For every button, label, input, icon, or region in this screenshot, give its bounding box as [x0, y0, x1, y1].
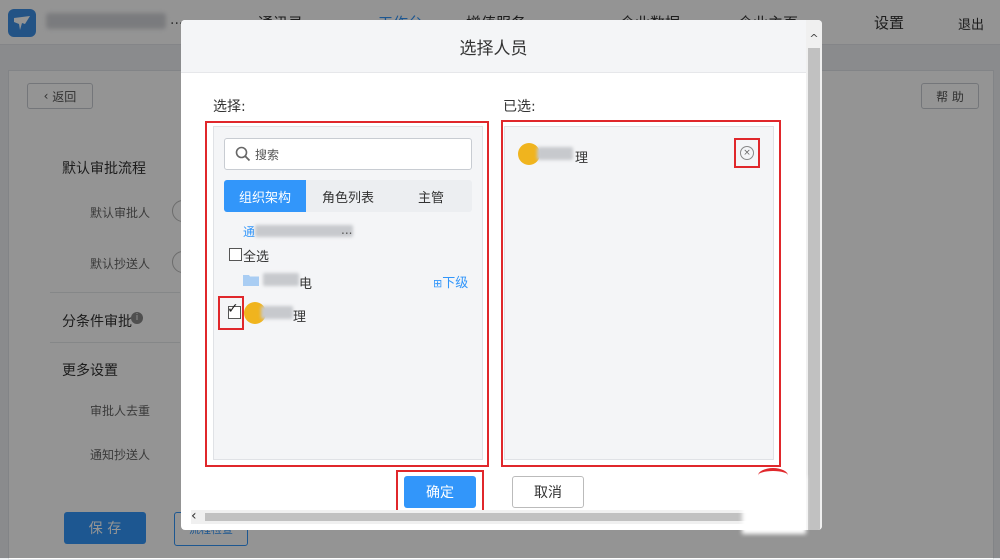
select-all-label: 全选	[243, 250, 270, 265]
tab-role-list[interactable]: 角色列表	[306, 180, 390, 212]
highlight-box	[501, 120, 781, 467]
selected-name-blurred	[537, 147, 573, 160]
dialog-title: 选择人员	[181, 20, 806, 73]
selected-label: 已选:	[503, 99, 536, 115]
org-tree-icon: ⊞	[433, 277, 443, 290]
tab-org-structure[interactable]: 组织架构	[224, 180, 306, 212]
highlight-box	[205, 121, 489, 467]
breadcrumb-blurred	[255, 225, 353, 237]
selected-name-suffix: 理	[575, 151, 589, 166]
search-input[interactable]: 搜索	[224, 138, 472, 170]
scroll-up-icon[interactable]: ^	[806, 30, 822, 46]
horizontal-scrollbar-thumb[interactable]	[205, 513, 795, 521]
search-icon	[235, 146, 251, 162]
sub-level-link[interactable]: ⊞下级	[433, 272, 468, 291]
cropped-region	[742, 476, 806, 534]
cancel-button[interactable]: 取消	[512, 476, 584, 508]
member-name-suffix[interactable]: 理	[293, 306, 306, 325]
remove-icon[interactable]: ×	[740, 146, 754, 160]
select-person-dialog: 选择人员 ^ 选择: 已选: 搜索 组织架构 角色列表 主管 通 ... 全选 …	[181, 20, 822, 530]
highlight-box	[218, 296, 244, 330]
folder-icon	[243, 275, 259, 286]
search-placeholder: 搜索	[255, 148, 280, 162]
tab-bar: 组织架构 角色列表 主管	[224, 180, 472, 212]
select-all-checkbox[interactable]	[229, 248, 242, 261]
breadcrumb-root[interactable]: 通	[243, 223, 255, 240]
scrollbar-thumb[interactable]	[808, 48, 820, 530]
horizontal-scrollbar[interactable]: ‹	[191, 509, 796, 524]
breadcrumb-ellipsis: ...	[341, 223, 353, 237]
member-name-blurred	[261, 306, 293, 319]
select-label: 选择:	[213, 99, 246, 115]
department-name-suffix[interactable]: 电	[299, 273, 312, 292]
scroll-left-icon[interactable]: ‹	[191, 509, 205, 524]
department-name-blurred	[263, 273, 299, 286]
tab-supervisor[interactable]: 主管	[390, 180, 472, 212]
